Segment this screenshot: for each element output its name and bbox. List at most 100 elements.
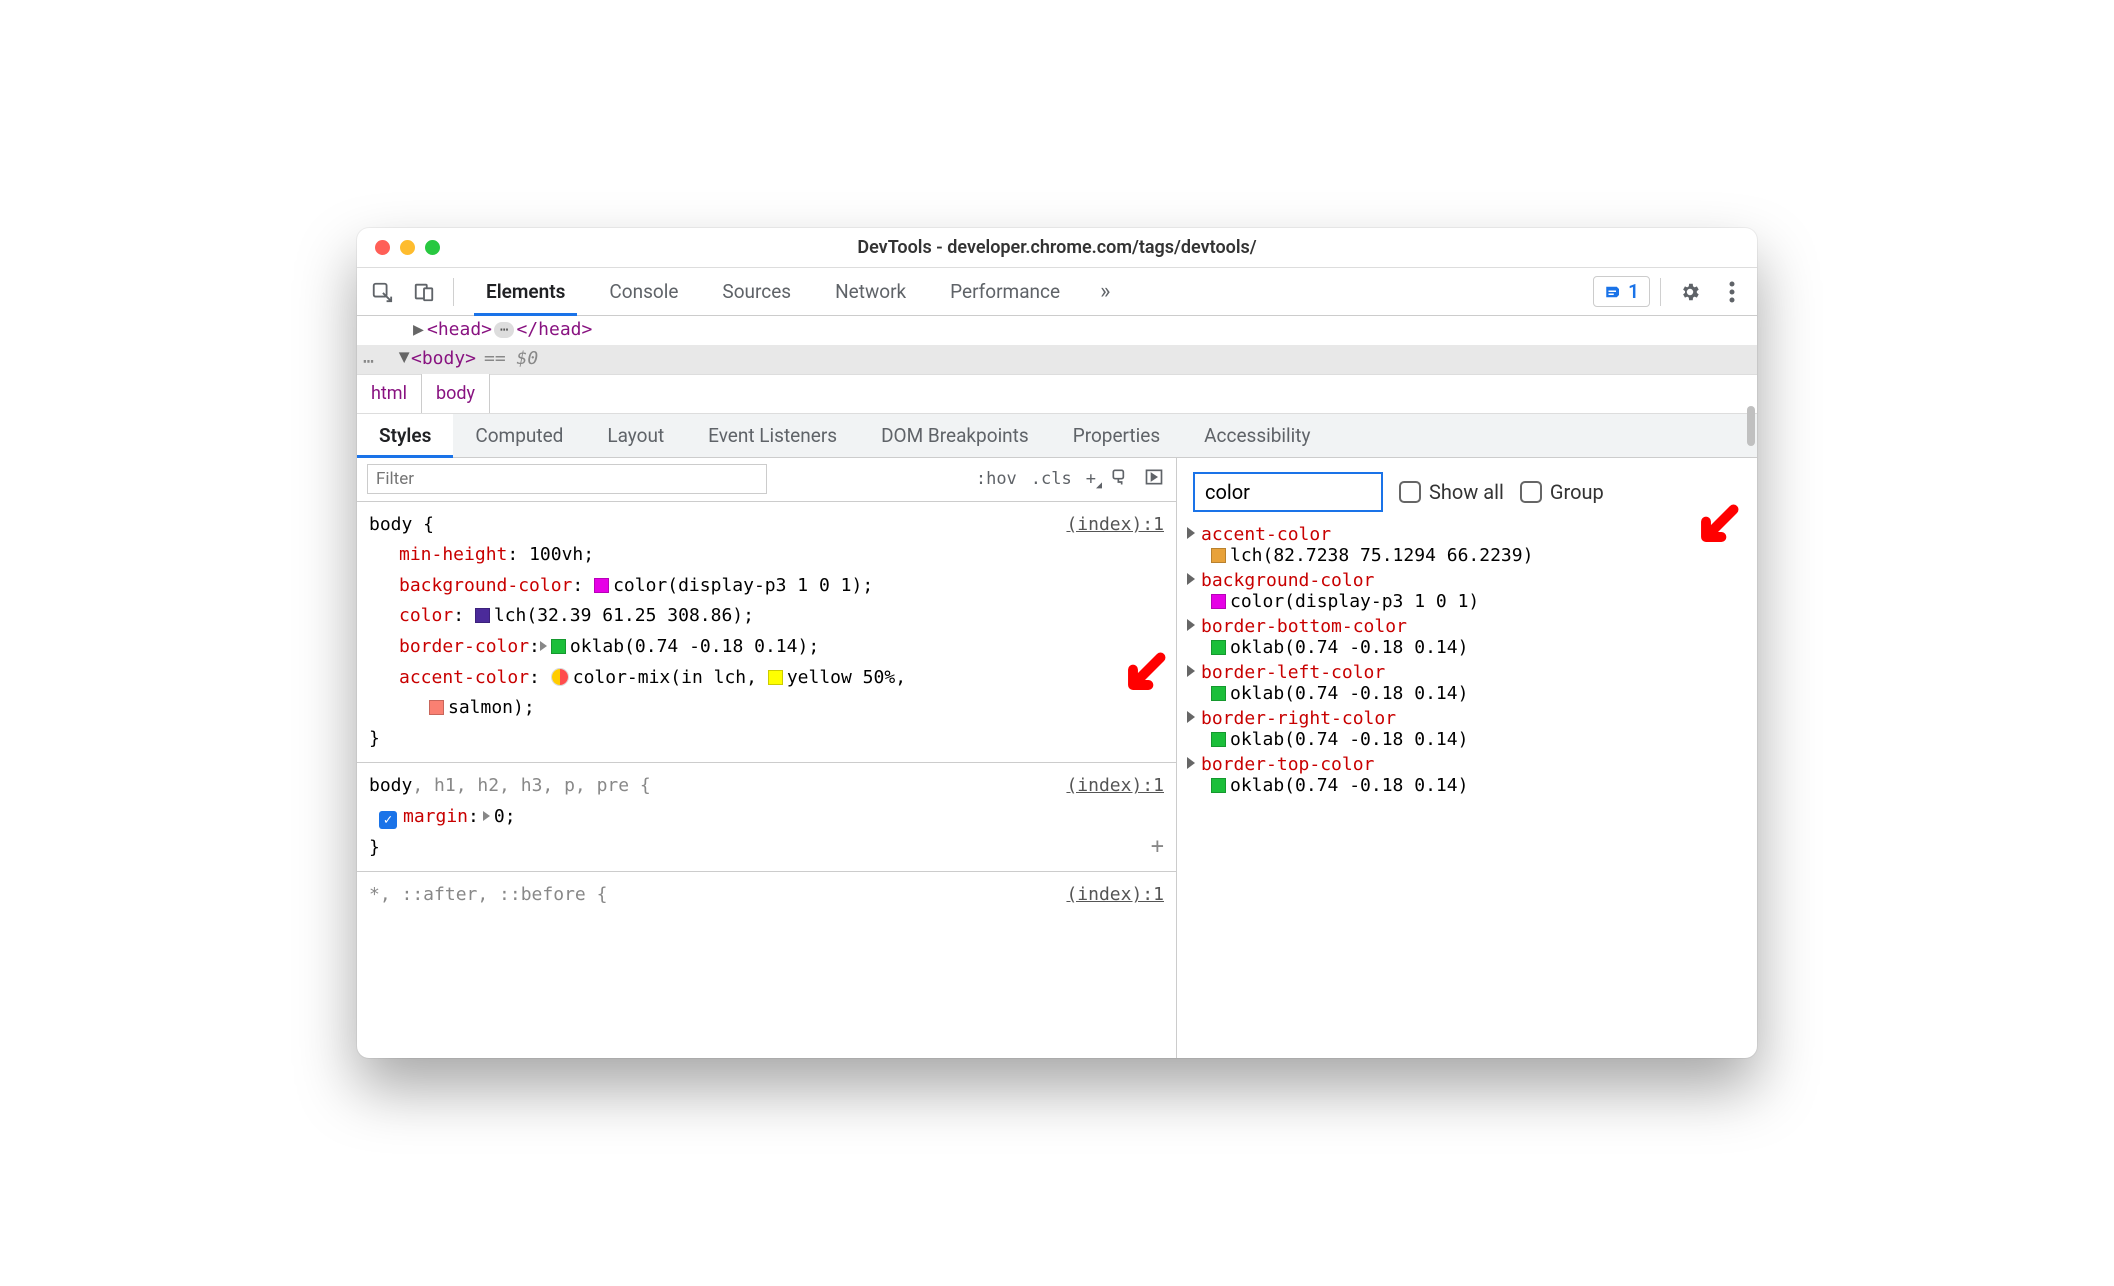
- add-declaration-button[interactable]: +: [1151, 828, 1164, 865]
- computed-prop-name: accent-color: [1201, 524, 1331, 545]
- computed-prop-value: oklab(0.74 -0.18 0.14): [1230, 729, 1468, 750]
- color-swatch-icon[interactable]: [1211, 548, 1226, 563]
- decl-border-color[interactable]: border-color:oklab(0.74 -0.18 0.14);: [369, 632, 1164, 663]
- window-minimize-button[interactable]: [400, 240, 415, 255]
- color-swatch-icon[interactable]: [1211, 594, 1226, 609]
- computed-filter-input[interactable]: [1193, 472, 1383, 512]
- tab-sources[interactable]: Sources: [700, 268, 813, 315]
- decl-color[interactable]: color: lch(32.39 61.25 308.86);: [369, 601, 1164, 632]
- rule-close: }: [369, 724, 1164, 755]
- subtab-accessibility[interactable]: Accessibility: [1182, 414, 1332, 457]
- expand-shorthand-icon[interactable]: [483, 811, 490, 821]
- decl-accent-color[interactable]: accent-color: color-mix(in lch, yellow 5…: [369, 663, 1164, 724]
- styles-pane: :hov .cls +◢ body { (index):1: [357, 458, 1177, 1058]
- issues-count: 1: [1628, 280, 1639, 303]
- collapse-ellipsis-icon[interactable]: ⋯: [494, 322, 514, 338]
- hov-toggle[interactable]: :hov: [974, 469, 1019, 489]
- group-checkbox[interactable]: Group: [1520, 480, 1604, 504]
- computed-properties-list[interactable]: accent-colorlch(82.7238 75.1294 66.2239)…: [1177, 522, 1757, 1058]
- main-tabs: Elements Console Sources Network Perform…: [464, 268, 1082, 315]
- tab-network[interactable]: Network: [813, 268, 928, 315]
- paint-flashing-icon[interactable]: [1108, 467, 1132, 492]
- subtab-properties[interactable]: Properties: [1051, 414, 1182, 457]
- computed-prop-value: oklab(0.74 -0.18 0.14): [1230, 775, 1468, 796]
- issues-badge[interactable]: 1: [1593, 276, 1650, 307]
- styles-rules[interactable]: body { (index):1 min-height: 100vh; back…: [357, 502, 1176, 1058]
- subtab-dom-breakpoints[interactable]: DOM Breakpoints: [859, 414, 1051, 457]
- decl-margin[interactable]: ✓margin:0;: [369, 802, 1164, 833]
- styles-filter-input[interactable]: [367, 464, 767, 494]
- color-swatch-icon[interactable]: [1211, 640, 1226, 655]
- cls-toggle[interactable]: .cls: [1029, 469, 1074, 489]
- settings-gear-icon[interactable]: [1671, 273, 1709, 311]
- computed-property[interactable]: background-colorcolor(display-p3 1 0 1): [1187, 568, 1747, 614]
- expand-icon[interactable]: [1187, 619, 1195, 631]
- computed-property[interactable]: border-right-coloroklab(0.74 -0.18 0.14): [1187, 706, 1747, 752]
- computed-property[interactable]: border-bottom-coloroklab(0.74 -0.18 0.14…: [1187, 614, 1747, 660]
- computed-prop-name: border-bottom-color: [1201, 616, 1407, 637]
- rule-source-link[interactable]: (index):1: [1066, 510, 1164, 541]
- more-tabs-icon[interactable]: »: [1086, 279, 1124, 304]
- tab-console[interactable]: Console: [587, 268, 700, 315]
- crumb-html[interactable]: html: [357, 375, 421, 413]
- expand-shorthand-icon[interactable]: [540, 641, 547, 651]
- subtab-styles[interactable]: Styles: [357, 414, 453, 457]
- color-swatch-icon[interactable]: [1211, 732, 1226, 747]
- issues-icon: [1604, 283, 1622, 301]
- subtab-computed[interactable]: Computed: [453, 414, 585, 457]
- rule-selector[interactable]: body, h1, h2, h3, p, pre {: [369, 771, 651, 802]
- expand-icon[interactable]: [1187, 665, 1195, 677]
- computed-property[interactable]: accent-colorlch(82.7238 75.1294 66.2239): [1187, 522, 1747, 568]
- computed-prop-value: lch(82.7238 75.1294 66.2239): [1230, 545, 1533, 566]
- show-all-checkbox[interactable]: Show all: [1399, 480, 1504, 504]
- crumb-body[interactable]: body: [421, 374, 490, 413]
- rule-selector[interactable]: body {: [369, 510, 434, 541]
- kebab-menu-icon[interactable]: [1713, 273, 1751, 311]
- computed-property[interactable]: border-left-coloroklab(0.74 -0.18 0.14): [1187, 660, 1747, 706]
- color-swatch-icon[interactable]: [768, 670, 783, 685]
- dom-node-body[interactable]: ▶ <body> == $0: [357, 345, 1757, 374]
- color-swatch-icon[interactable]: [1211, 778, 1226, 793]
- expand-icon[interactable]: [1187, 527, 1195, 539]
- breadcrumb: html body: [357, 374, 1757, 414]
- decl-enabled-checkbox[interactable]: ✓: [379, 811, 397, 829]
- styles-toolbar: :hov .cls +◢: [357, 458, 1176, 502]
- rule-body: body { (index):1 min-height: 100vh; back…: [357, 502, 1176, 764]
- dom-tree[interactable]: ⋯ ▶ <head> ⋯ </head> ▶ <body> == $0: [357, 316, 1757, 374]
- computed-prop-value: oklab(0.74 -0.18 0.14): [1230, 683, 1468, 704]
- color-swatch-icon[interactable]: [551, 639, 566, 654]
- color-swatch-icon[interactable]: [429, 700, 444, 715]
- rule-body-h1-etc: body, h1, h2, h3, p, pre { (index):1 ✓ma…: [357, 763, 1176, 872]
- tab-elements[interactable]: Elements: [464, 268, 587, 315]
- decl-min-height[interactable]: min-height: 100vh;: [369, 540, 1164, 571]
- color-swatch-icon[interactable]: [475, 608, 490, 623]
- computed-prop-name: background-color: [1201, 570, 1374, 591]
- tab-performance[interactable]: Performance: [928, 268, 1082, 315]
- window-close-button[interactable]: [375, 240, 390, 255]
- dom-scrollbar[interactable]: [1747, 316, 1755, 374]
- expand-icon[interactable]: [1187, 757, 1195, 769]
- inspect-icon[interactable]: [363, 273, 401, 311]
- expand-icon[interactable]: [1187, 711, 1195, 723]
- rule-source-link[interactable]: (index):1: [1066, 880, 1164, 911]
- styles-subtabs: Styles Computed Layout Event Listeners D…: [357, 414, 1757, 458]
- new-rule-button[interactable]: +◢: [1084, 469, 1098, 489]
- expand-icon[interactable]: [1187, 573, 1195, 585]
- computed-panel-toggle-icon[interactable]: [1142, 467, 1166, 492]
- rule-source-link[interactable]: (index):1: [1066, 771, 1164, 802]
- computed-prop-name: border-right-color: [1201, 708, 1396, 729]
- window-zoom-button[interactable]: [425, 240, 440, 255]
- computed-prop-value: oklab(0.74 -0.18 0.14): [1230, 637, 1468, 658]
- color-swatch-icon[interactable]: [594, 578, 609, 593]
- decl-background-color[interactable]: background-color: color(display-p3 1 0 1…: [369, 571, 1164, 602]
- device-toggle-icon[interactable]: [405, 273, 443, 311]
- rule-selector[interactable]: *, ::after, ::before {: [369, 880, 607, 911]
- dom-node-head[interactable]: ▶ <head> ⋯ </head>: [357, 316, 1757, 345]
- subtab-layout[interactable]: Layout: [585, 414, 686, 457]
- color-mix-swatch-icon[interactable]: [551, 668, 569, 686]
- subtab-event-listeners[interactable]: Event Listeners: [686, 414, 859, 457]
- window-title: DevTools - developer.chrome.com/tags/dev…: [357, 237, 1757, 258]
- computed-property[interactable]: border-top-coloroklab(0.74 -0.18 0.14): [1187, 752, 1747, 798]
- color-swatch-icon[interactable]: [1211, 686, 1226, 701]
- computed-prop-name: border-left-color: [1201, 662, 1385, 683]
